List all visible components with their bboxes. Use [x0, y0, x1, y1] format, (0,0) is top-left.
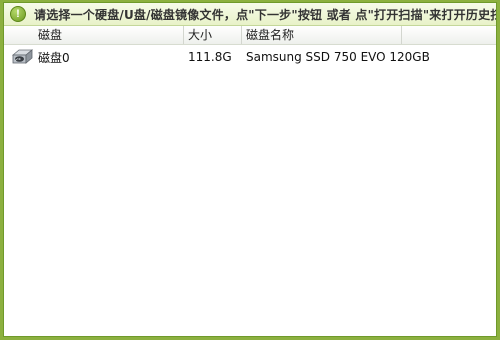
header-icon-spacer	[4, 26, 34, 44]
table-row[interactable]: 磁盘0 111.8G Samsung SSD 750 EVO 120GB	[4, 45, 496, 69]
table-header: 磁盘 大小 磁盘名称	[4, 26, 496, 45]
column-header-filler	[402, 26, 496, 44]
column-header-disk[interactable]: 磁盘	[34, 26, 184, 44]
disk-size: 111.8G	[188, 50, 232, 64]
instruction-banner: ! 请选择一个硬盘/U盘/磁盘镜像文件，点"下一步"按钮 或者 点"打开扫描"来…	[4, 3, 496, 26]
disk-label: 磁盘0	[38, 50, 70, 65]
disk-table: 磁盘 大小 磁盘名称 磁盘0 111.8G Samsung SSD 750 EV…	[4, 26, 496, 69]
column-header-size[interactable]: 大小	[184, 26, 242, 44]
exclamation-icon: !	[10, 6, 26, 22]
column-header-disk-name[interactable]: 磁盘名称	[242, 26, 402, 44]
disk-model-name: Samsung SSD 750 EVO 120GB	[246, 50, 430, 64]
disk-select-panel: ! 请选择一个硬盘/U盘/磁盘镜像文件，点"下一步"按钮 或者 点"打开扫描"来…	[3, 2, 497, 337]
hard-disk-icon	[4, 48, 34, 66]
instruction-text: 请选择一个硬盘/U盘/磁盘镜像文件，点"下一步"按钮 或者 点"打开扫描"来打开…	[34, 7, 496, 22]
